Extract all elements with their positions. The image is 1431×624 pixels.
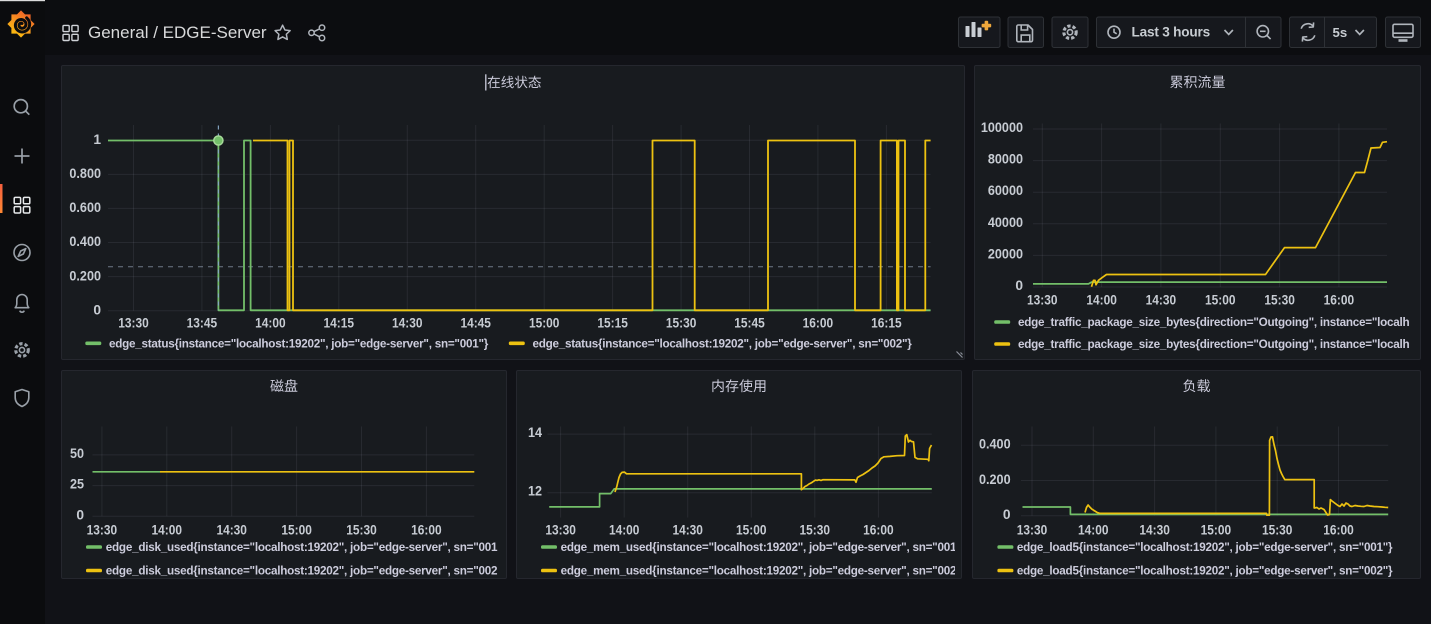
svg-text:15:30: 15:30 [346, 522, 377, 537]
svg-text:14:30: 14:30 [1139, 522, 1170, 537]
svg-text:edge_status{instance="localhos: edge_status{instance="localhost:19202", … [533, 337, 913, 350]
svg-text:40000: 40000 [988, 214, 1023, 229]
svg-text:15:30: 15:30 [1262, 522, 1293, 537]
svg-text:0: 0 [1003, 507, 1011, 522]
svg-text:13:30: 13:30 [1017, 522, 1048, 537]
svg-text:edge_mem_used{instance="localh: edge_mem_used{instance="localhost:19202"… [561, 564, 957, 577]
svg-text:edge_disk_used{instance="local: edge_disk_used{instance="localhost:19202… [106, 564, 498, 577]
svg-text:13:30: 13:30 [545, 522, 576, 537]
svg-text:16:00: 16:00 [1323, 522, 1354, 537]
svg-text:edge_disk_used{instance="local: edge_disk_used{instance="localhost:19202… [106, 541, 498, 554]
svg-text:14:30: 14:30 [216, 522, 247, 537]
svg-text:15:30: 15:30 [800, 522, 831, 537]
svg-text:edge_mem_used{instance="localh: edge_mem_used{instance="localhost:19202"… [561, 541, 957, 554]
svg-text:14:45: 14:45 [460, 315, 491, 330]
svg-text:14:00: 14:00 [609, 522, 640, 537]
svg-text:edge_traffic_package_size_byte: edge_traffic_package_size_bytes{directio… [1018, 316, 1410, 329]
svg-text:0.200: 0.200 [69, 268, 101, 283]
svg-text:16:00: 16:00 [863, 522, 894, 537]
svg-text:15:00: 15:00 [736, 522, 767, 537]
svg-text:0: 0 [76, 507, 84, 522]
svg-text:15:00: 15:00 [281, 522, 312, 537]
svg-text:15:15: 15:15 [597, 315, 628, 330]
svg-text:12: 12 [528, 483, 542, 498]
svg-text:0.400: 0.400 [69, 234, 101, 249]
svg-text:0: 0 [1015, 278, 1023, 293]
svg-text:100000: 100000 [981, 120, 1023, 135]
svg-text:0.800: 0.800 [69, 166, 101, 181]
svg-text:14:30: 14:30 [672, 522, 703, 537]
svg-text:14: 14 [528, 425, 542, 440]
svg-text:14:30: 14:30 [1146, 292, 1177, 307]
svg-text:edge_status{instance="localhos: edge_status{instance="localhost:19202", … [109, 337, 489, 350]
svg-text:15:00: 15:00 [1205, 292, 1236, 307]
svg-text:13:30: 13:30 [1027, 292, 1058, 307]
svg-text:5s: 5s [1333, 25, 1348, 40]
svg-text:14:00: 14:00 [255, 315, 286, 330]
svg-text:14:30: 14:30 [392, 315, 423, 330]
svg-text:0: 0 [93, 302, 101, 317]
svg-text:20000: 20000 [988, 246, 1023, 261]
svg-text:edge_traffic_package_size_byte: edge_traffic_package_size_bytes{directio… [1018, 338, 1410, 351]
svg-text:16:00: 16:00 [1324, 292, 1355, 307]
svg-text:15:00: 15:00 [529, 315, 560, 330]
svg-text:16:00: 16:00 [803, 315, 834, 330]
svg-text:13:30: 13:30 [87, 522, 118, 537]
svg-text:0.600: 0.600 [69, 200, 101, 215]
svg-text:0.400: 0.400 [979, 436, 1011, 451]
svg-text:1: 1 [93, 132, 101, 147]
svg-text:80000: 80000 [988, 151, 1023, 166]
svg-text:edge_load5{instance="localhost: edge_load5{instance="localhost:19202", j… [1017, 564, 1393, 577]
svg-text:14:00: 14:00 [1086, 292, 1117, 307]
svg-text:13:45: 13:45 [187, 315, 218, 330]
svg-text:15:30: 15:30 [666, 315, 697, 330]
svg-text:50: 50 [70, 446, 84, 461]
svg-text:60000: 60000 [988, 183, 1023, 198]
svg-text:16:15: 16:15 [871, 315, 902, 330]
svg-text:25: 25 [70, 476, 84, 491]
svg-text:14:15: 14:15 [324, 315, 355, 330]
svg-text:14:00: 14:00 [152, 522, 183, 537]
svg-text:13:30: 13:30 [118, 315, 149, 330]
svg-text:General / EDGE-Server: General / EDGE-Server [88, 23, 267, 42]
svg-text:16:00: 16:00 [411, 522, 442, 537]
svg-text:15:45: 15:45 [734, 315, 765, 330]
svg-text:14:00: 14:00 [1078, 522, 1109, 537]
svg-text:15:00: 15:00 [1201, 522, 1232, 537]
svg-text:15:30: 15:30 [1264, 292, 1295, 307]
svg-text:0.200: 0.200 [979, 471, 1011, 486]
svg-text:Last 3 hours: Last 3 hours [1132, 25, 1210, 40]
svg-text:edge_load5{instance="localhost: edge_load5{instance="localhost:19202", j… [1017, 541, 1393, 554]
